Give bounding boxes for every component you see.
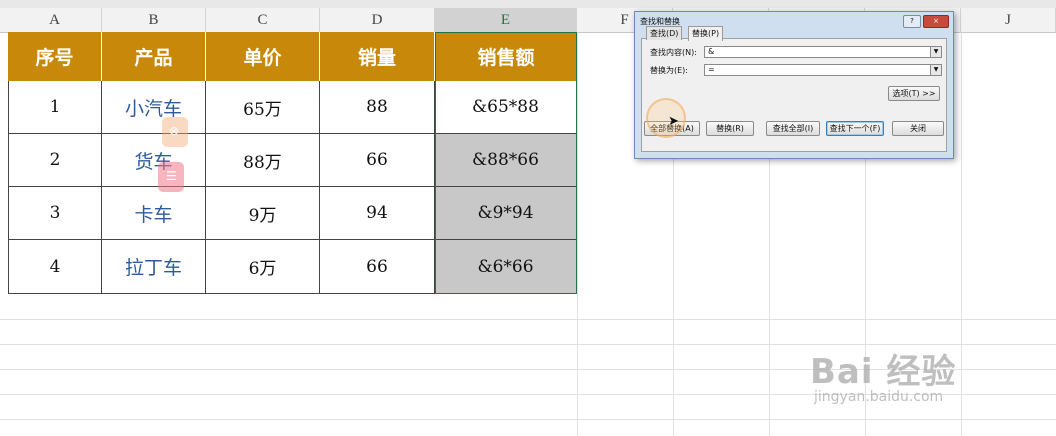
table-cell[interactable]: 65万 (206, 81, 320, 134)
find-next-button[interactable]: 查找下一个(F) (826, 121, 884, 136)
header-cell-sales[interactable]: 销售额 (435, 32, 577, 81)
column-header-d[interactable]: D (320, 8, 435, 32)
column-header-c[interactable]: C (206, 8, 320, 32)
replace-button[interactable]: 替换(R) (706, 121, 754, 136)
replace-label: 替换为(E): (650, 66, 688, 75)
column-header-e[interactable]: E (435, 8, 577, 32)
table-cell[interactable]: 9万 (206, 187, 320, 240)
table-cell-active[interactable]: &65*88 (435, 81, 577, 134)
chevron-down-icon[interactable]: ▼ (930, 65, 941, 75)
table-cell[interactable]: 货车 (102, 134, 206, 187)
key-marker: ☰ (158, 162, 184, 192)
find-label: 查找内容(N): (650, 48, 697, 57)
table-cell-selected[interactable]: &88*66 (435, 134, 577, 187)
find-all-button[interactable]: 查找全部(I) (766, 121, 820, 136)
table-cell[interactable]: 6万 (206, 240, 320, 294)
click-highlight (646, 98, 686, 138)
tab-replace[interactable]: 替换(P) (688, 26, 724, 41)
table-cell[interactable]: 2 (8, 134, 102, 187)
tab-find[interactable]: 查找(D) (646, 26, 683, 40)
table-cell[interactable]: 66 (320, 240, 435, 294)
header-cell-price[interactable]: 单价 (206, 32, 320, 81)
table-cell[interactable]: 4 (8, 240, 102, 294)
table-cell-selected[interactable]: &6*66 (435, 240, 577, 294)
watermark-url: jingyan.baidu.com (814, 389, 944, 405)
close-button[interactable]: 关闭 (892, 121, 944, 136)
find-input[interactable]: & ▼ (704, 46, 942, 58)
column-header-b[interactable]: B (102, 8, 206, 32)
column-header-a[interactable]: A (8, 8, 102, 32)
header-cell-product[interactable]: 产品 (102, 32, 206, 81)
table-cell[interactable]: 88万 (206, 134, 320, 187)
find-value: & (708, 47, 715, 56)
header-cell-quantity[interactable]: 销量 (320, 32, 435, 81)
replace-input[interactable]: = ▼ (704, 64, 942, 76)
replace-value: = (708, 65, 715, 74)
watermark-brand: Bai 经验 (810, 352, 957, 392)
table-cell[interactable]: 拉丁车 (102, 240, 206, 294)
cursor-icon: ➤ (668, 114, 679, 129)
dialog-body: 查找(D) 替换(P) 查找内容(N): & ▼ 替换为(E): = ▼ 选项(… (641, 26, 947, 152)
close-window-button[interactable]: × (923, 15, 949, 28)
table-cell[interactable]: 卡车 (102, 187, 206, 240)
header-cell-index[interactable]: 序号 (8, 32, 102, 81)
table-cell-selected[interactable]: &9*94 (435, 187, 577, 240)
table-cell[interactable]: 3 (8, 187, 102, 240)
options-button[interactable]: 选项(T) >> (888, 86, 940, 101)
ribbon-edge (0, 0, 1056, 8)
find-replace-dialog: 查找和替换 ? × 查找(D) 替换(P) 查找内容(N): & ▼ 替换为(E… (634, 11, 954, 159)
chevron-down-icon[interactable]: ▼ (930, 47, 941, 57)
baidu-watermark: Bai 经验 jingyan.baidu.com (810, 344, 956, 405)
column-header-j[interactable]: J (961, 8, 1056, 32)
table-cell[interactable]: 88 (320, 81, 435, 134)
click-marker: ⊗ (162, 117, 188, 147)
table-cell[interactable]: 小汽车 (102, 81, 206, 134)
table-cell[interactable]: 66 (320, 134, 435, 187)
table-cell[interactable]: 94 (320, 187, 435, 240)
help-button[interactable]: ? (903, 15, 921, 28)
table-cell[interactable]: 1 (8, 81, 102, 134)
